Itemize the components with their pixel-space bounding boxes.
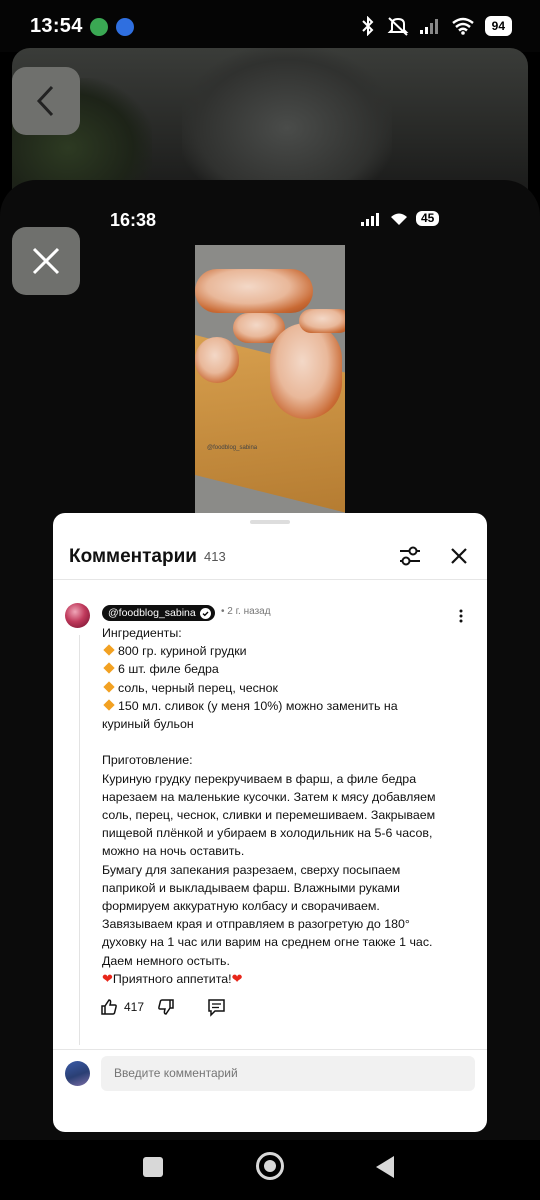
- comment-line: [102, 733, 462, 751]
- reply-comment-icon: [208, 999, 225, 1017]
- verified-icon: [199, 607, 211, 619]
- comment-line: Завязываем края и отправляем в разогрету…: [102, 917, 410, 932]
- sausage-slice: [299, 309, 345, 333]
- signal-icon: [419, 19, 438, 34]
- navigation-bar: [0, 1140, 540, 1200]
- comment-line: можно на ночь оставить.: [102, 844, 245, 859]
- author-name: @foodblog_sabina: [108, 607, 196, 619]
- sausage-slice: [195, 337, 239, 383]
- back-button[interactable]: [12, 67, 80, 135]
- user-avatar[interactable]: [65, 1061, 90, 1086]
- comment-line: 150 мл. сливок (у меня 10%) можно замени…: [102, 697, 462, 715]
- orange-diamond-icon: [103, 662, 115, 675]
- orange-diamond-icon: [103, 699, 115, 711]
- reply-button[interactable]: [207, 998, 226, 1017]
- back-nav-button[interactable]: [376, 1156, 394, 1178]
- comment-text: Ингредиенты: 800 гр. куриной грудки 6 шт…: [102, 624, 462, 988]
- comment-input[interactable]: [101, 1056, 475, 1091]
- shield-app-icon: [116, 18, 134, 36]
- comment-line: Ингредиенты:: [102, 626, 182, 640]
- battery-indicator: 94: [484, 16, 512, 36]
- comment-line: Бумагу для запекания разрезаем, сверху п…: [102, 862, 401, 877]
- comment-line: соль, черный перец, чеснок: [102, 679, 462, 697]
- thumbs-up-icon: [101, 999, 117, 1015]
- recent-apps-button[interactable]: [143, 1157, 163, 1177]
- heart-icon: ❤: [231, 970, 243, 986]
- header-divider: [53, 579, 487, 580]
- comment-line: 800 гр. куриной грудки: [102, 642, 462, 660]
- inner-status-icons: 45: [360, 211, 440, 226]
- sausage-cut: [270, 323, 342, 419]
- thumbs-down-icon: [158, 999, 174, 1015]
- comment-line: формируем аккуратную колбасу и сворачива…: [102, 899, 380, 914]
- comment-line: ❤Приятного аппетита!❤: [102, 970, 243, 986]
- status-bar: 13:54 94: [0, 0, 540, 52]
- video-watermark: @foodblog_sabina: [207, 445, 258, 451]
- comment-line: 6 шт. филе бедра: [102, 660, 462, 678]
- app-notification-icon: [90, 18, 108, 36]
- comments-title: Комментарии: [69, 546, 197, 567]
- comment-line: Куриную грудку перекручиваем в фарш, а ф…: [102, 771, 417, 786]
- sausage-roll: [195, 269, 313, 313]
- comment-line: Приготовление:: [102, 753, 193, 768]
- video-thumbnail[interactable]: @foodblog_sabina: [195, 245, 345, 513]
- input-divider: [53, 1049, 487, 1050]
- inner-battery-indicator: 45: [416, 211, 440, 226]
- comment-line: куриный бульон: [102, 717, 194, 732]
- like-button[interactable]: 417: [100, 998, 144, 1016]
- thread-line: [79, 635, 80, 1045]
- signal-icon: [361, 212, 379, 226]
- wifi-icon: [451, 17, 474, 35]
- inner-status-time: 16:38: [110, 210, 157, 230]
- mute-icon: [387, 17, 409, 36]
- status-time: 13:54: [30, 15, 83, 37]
- drag-handle[interactable]: [250, 520, 290, 524]
- bluetooth-icon: [361, 16, 374, 36]
- author-avatar[interactable]: [65, 603, 90, 628]
- sort-filter-icon[interactable]: [397, 543, 423, 569]
- chevron-left-icon: [36, 85, 54, 117]
- close-overlay-button[interactable]: [12, 227, 80, 295]
- comments-count: 413: [204, 549, 226, 564]
- orange-diamond-icon: [103, 680, 115, 693]
- close-comments-icon[interactable]: [447, 544, 471, 568]
- more-options-icon[interactable]: [455, 608, 467, 624]
- heart-icon: ❤: [102, 970, 113, 986]
- comment-line: пищевой плёнкой и убираем в холодильник …: [102, 826, 433, 841]
- close-icon: [32, 247, 60, 275]
- author-badge[interactable]: @foodblog_sabina: [102, 605, 215, 621]
- home-button[interactable]: [256, 1152, 284, 1180]
- comment-line: духовку на 1 час или варим на среднем ог…: [102, 935, 433, 950]
- comment-line: паприкой и выкладываем фарш. Влажными ру…: [102, 880, 400, 895]
- status-icons: 94: [359, 16, 512, 36]
- comment-date: • 2 г. назад: [221, 606, 271, 617]
- comments-panel: Комментарии 413 @foodblog_sabina • 2 г. …: [53, 513, 487, 1132]
- comment-line: нарезаем на маленькие кусочки. Затем к м…: [102, 789, 436, 804]
- wifi-icon: [391, 213, 407, 225]
- dislike-button[interactable]: [157, 998, 175, 1016]
- comment-line: соль, перец, чеснок, сливки и перемешива…: [102, 808, 436, 823]
- like-count: 417: [124, 1000, 145, 1014]
- comment-line: Даем немного остыть.: [102, 953, 230, 968]
- orange-diamond-icon: [103, 644, 115, 656]
